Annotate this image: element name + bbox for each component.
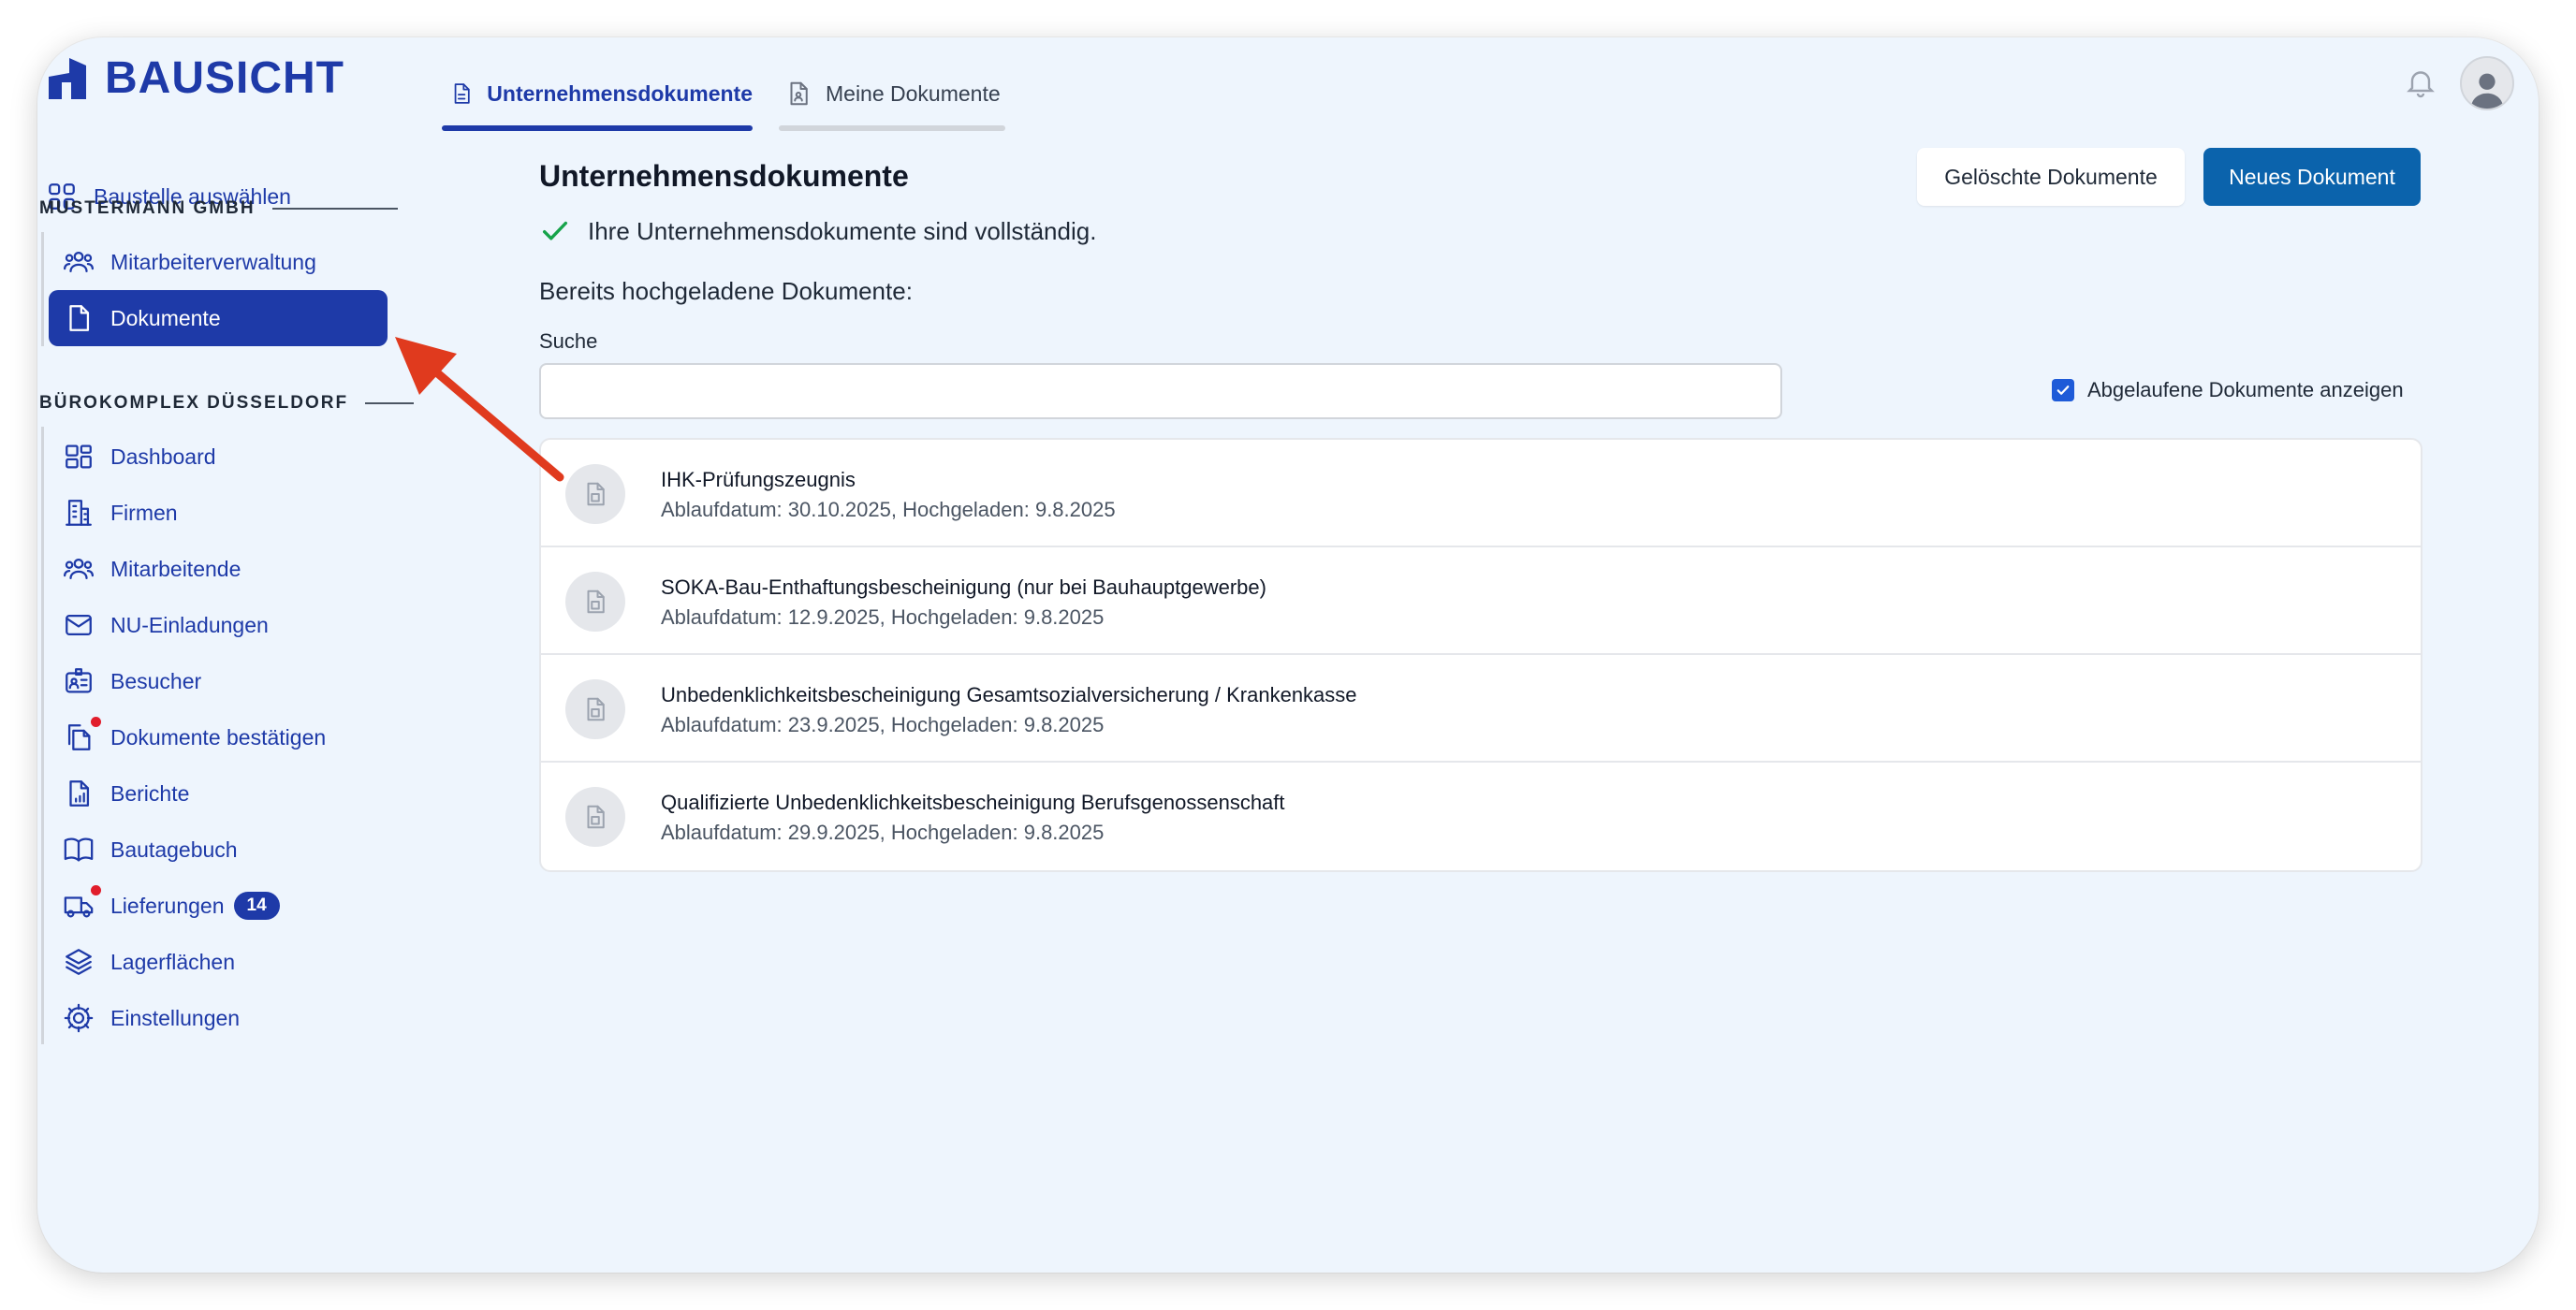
section-header-site: BÜROKOMPLEX DÜSSELDORF bbox=[39, 393, 415, 414]
file-icon bbox=[565, 679, 625, 739]
sidebar-item-dashboard[interactable]: Dashboard bbox=[62, 429, 216, 485]
document-list: IHK-Prüfungszeugnis Ablaufdatum: 30.10.2… bbox=[539, 438, 2422, 872]
truck-icon bbox=[62, 885, 101, 923]
sidebar-item-label: Mitarbeiterverwaltung bbox=[110, 249, 316, 274]
sidebar-item-label: Bautagebuch bbox=[110, 837, 238, 862]
document-row[interactable]: Qualifizierte Unbedenklichkeitsbescheini… bbox=[541, 763, 2421, 870]
tab-meine-dokumente[interactable]: Meine Dokumente bbox=[779, 56, 1005, 131]
app-logo[interactable]: BAUSICHT bbox=[43, 52, 344, 104]
tab-label: Meine Dokumente bbox=[826, 80, 1001, 106]
show-expired-checkbox[interactable] bbox=[2052, 379, 2074, 401]
checkmark-icon bbox=[542, 221, 568, 240]
section-line bbox=[41, 232, 44, 346]
sidebar-item-label: NU-Einladungen bbox=[110, 612, 269, 637]
document-icon bbox=[454, 83, 470, 104]
user-avatar[interactable] bbox=[2460, 56, 2514, 110]
sidebar-item-mitarbeiterverwaltung[interactable]: Mitarbeiterverwaltung bbox=[62, 234, 316, 290]
document-meta: Ablaufdatum: 30.10.2025, Hochgeladen: 9.… bbox=[661, 498, 1116, 521]
status-text: Ihre Unternehmensdokumente sind vollstän… bbox=[588, 216, 1097, 245]
section-line bbox=[41, 427, 44, 1044]
new-document-button[interactable]: Neues Dokument bbox=[2203, 148, 2421, 206]
document-meta: Ablaufdatum: 23.9.2025, Hochgeladen: 9.8… bbox=[661, 713, 1105, 736]
sidebar-item-bautagebuch[interactable]: Bautagebuch bbox=[62, 822, 238, 878]
book-icon bbox=[62, 833, 95, 866]
completeness-status: Ihre Unternehmensdokumente sind vollstän… bbox=[539, 215, 1096, 247]
building-icon bbox=[62, 496, 95, 530]
document-row[interactable]: IHK-Prüfungszeugnis Ablaufdatum: 30.10.2… bbox=[541, 440, 2421, 547]
notifications-button[interactable] bbox=[2404, 66, 2441, 103]
file-icon bbox=[565, 572, 625, 632]
sidebar-item-label: Lieferungen bbox=[110, 893, 225, 918]
sidebar-item-firmen[interactable]: Firmen bbox=[62, 485, 178, 541]
sidebar-item-label: Mitarbeitende bbox=[110, 556, 242, 581]
sidebar-item-label: Dokumente bestätigen bbox=[110, 724, 327, 750]
search-input[interactable] bbox=[539, 363, 1782, 419]
id-card-icon bbox=[62, 664, 95, 698]
sidebar-item-label: Berichte bbox=[110, 780, 190, 806]
sidebar-item-nu-einladungen[interactable]: NU-Einladungen bbox=[62, 597, 269, 653]
sidebar-item-lagerflaechen[interactable]: Lagerflächen bbox=[62, 934, 235, 990]
report-icon bbox=[62, 777, 95, 810]
notification-dot bbox=[91, 885, 101, 895]
app-window: BAUSICHT Baustelle auswählen MUSTERMANN … bbox=[37, 37, 2539, 1273]
document-name: SOKA-Bau-Enthaftungsbescheinigung (nur b… bbox=[661, 575, 1266, 599]
logo-text: BAUSICHT bbox=[105, 53, 344, 103]
document-icon bbox=[62, 301, 95, 335]
envelope-icon bbox=[62, 608, 95, 642]
layers-icon bbox=[62, 945, 95, 979]
users-icon bbox=[62, 245, 95, 279]
show-expired-toggle[interactable]: Abgelaufene Dokumente anzeigen bbox=[2052, 378, 2404, 402]
sidebar-item-lieferungen[interactable]: Lieferungen 14 bbox=[62, 878, 280, 934]
annotation-arrow-icon bbox=[395, 337, 564, 482]
user-icon bbox=[2470, 73, 2504, 109]
show-expired-label: Abgelaufene Dokumente anzeigen bbox=[2087, 378, 2404, 401]
count-badge: 14 bbox=[233, 892, 280, 920]
tab-label: Unternehmensdokumente bbox=[487, 80, 753, 106]
document-row[interactable]: Unbedenklichkeitsbescheinigung Gesamtsoz… bbox=[541, 655, 2421, 763]
document-name: Unbedenklichkeitsbescheinigung Gesamtsoz… bbox=[661, 683, 1357, 706]
document-meta: Ablaufdatum: 29.9.2025, Hochgeladen: 9.8… bbox=[661, 821, 1105, 844]
sidebar-item-einstellungen[interactable]: Einstellungen bbox=[62, 990, 240, 1046]
document-row[interactable]: SOKA-Bau-Enthaftungsbescheinigung (nur b… bbox=[541, 547, 2421, 655]
sidebar-item-dokumente[interactable]: Dokumente bbox=[49, 290, 388, 346]
sidebar-item-berichte[interactable]: Berichte bbox=[62, 765, 189, 822]
section-header-company: MUSTERMANN GMBH bbox=[39, 198, 398, 219]
file-icon bbox=[565, 464, 625, 524]
documents-icon bbox=[62, 717, 101, 754]
file-icon bbox=[565, 787, 625, 847]
sidebar-item-label: Firmen bbox=[110, 500, 178, 525]
section-title-site: BÜROKOMPLEX DÜSSELDORF bbox=[39, 393, 349, 413]
bell-icon bbox=[2407, 71, 2435, 98]
sidebar-item-dokumente-bestaetigen[interactable]: Dokumente bestätigen bbox=[62, 709, 326, 765]
users-icon bbox=[62, 552, 95, 586]
document-meta: Ablaufdatum: 12.9.2025, Hochgeladen: 9.8… bbox=[661, 605, 1105, 629]
dashboard-icon bbox=[62, 440, 95, 473]
sidebar-item-label: Dokumente bbox=[110, 305, 221, 330]
sidebar-item-label: Dashboard bbox=[110, 444, 216, 469]
document-name: Qualifizierte Unbedenklichkeitsbescheini… bbox=[661, 791, 1285, 814]
sidebar-item-label: Einstellungen bbox=[110, 1005, 241, 1030]
document-name: IHK-Prüfungszeugnis bbox=[661, 468, 856, 491]
section-title-company: MUSTERMANN GMBH bbox=[39, 198, 256, 218]
tab-underline bbox=[442, 125, 753, 131]
uploaded-documents-heading: Bereits hochgeladene Dokumente: bbox=[539, 277, 913, 305]
deleted-documents-button[interactable]: Gelöschte Dokumente bbox=[1917, 148, 2185, 206]
sidebar-item-mitarbeitende[interactable]: Mitarbeitende bbox=[62, 541, 241, 597]
gear-icon bbox=[62, 1001, 95, 1035]
tab-unternehmensdokumente[interactable]: Unternehmensdokumente bbox=[442, 56, 753, 131]
section-divider bbox=[271, 208, 398, 210]
sidebar-item-besucher[interactable]: Besucher bbox=[62, 653, 201, 709]
user-document-icon bbox=[790, 81, 808, 106]
logo-icon bbox=[49, 57, 86, 99]
sidebar-item-label: Lagerflächen bbox=[110, 949, 235, 974]
notification-dot bbox=[91, 717, 101, 727]
check-icon bbox=[2056, 386, 2070, 395]
sidebar-item-label: Besucher bbox=[110, 668, 202, 693]
page-title: Unternehmensdokumente bbox=[539, 159, 909, 193]
tab-underline bbox=[779, 125, 1005, 131]
